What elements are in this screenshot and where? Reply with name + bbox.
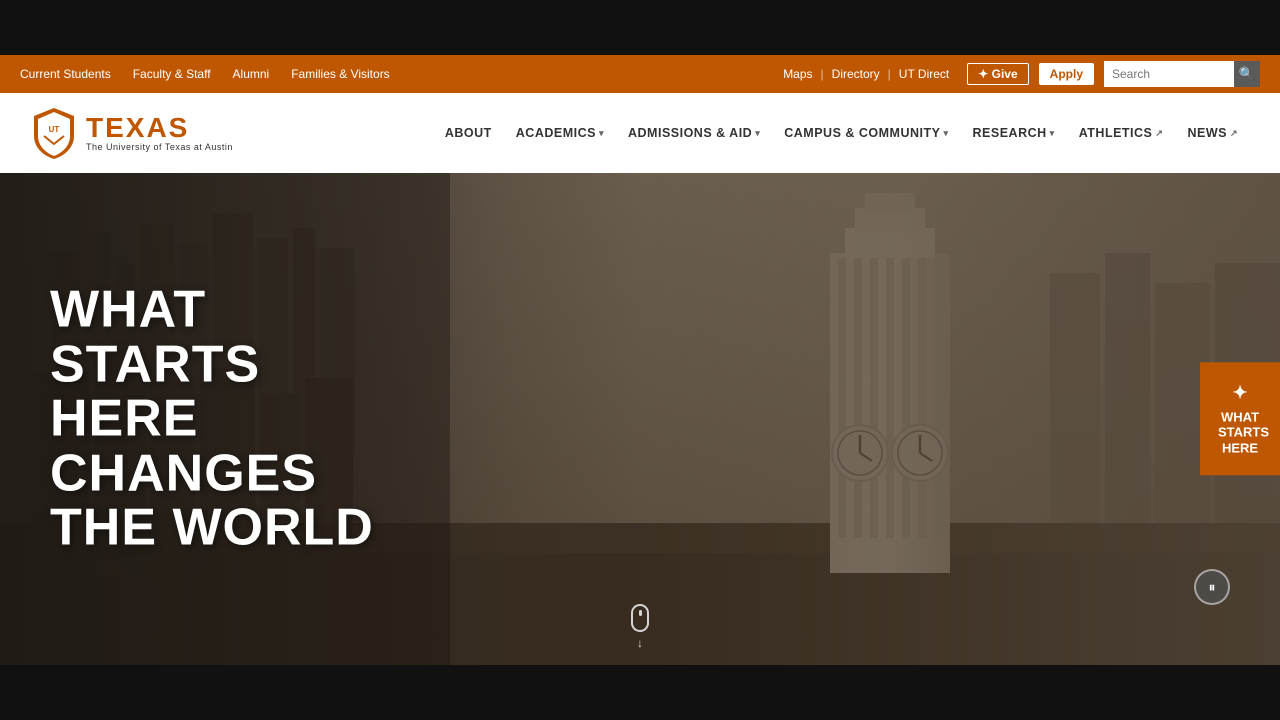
campus-caret: ▾ (943, 128, 948, 139)
nav-faculty-staff[interactable]: Faculty & Staff (133, 67, 211, 81)
ut-direct-link[interactable]: UT Direct (891, 67, 957, 81)
hero-section: WHAT STARTS HERE CHANGES THE WORLD ✦ WHA… (0, 173, 1280, 665)
widget-line2: STARTS (1218, 425, 1269, 440)
utility-links: Maps | Directory | UT Direct (775, 67, 957, 81)
research-caret: ▾ (1050, 128, 1055, 139)
give-button[interactable]: ✦ Give (967, 63, 1028, 85)
academics-caret: ▾ (599, 128, 604, 139)
scroll-mouse-icon (631, 604, 649, 632)
scroll-arrow-icon: ↓ (637, 636, 643, 650)
headline-line1: WHAT (50, 283, 374, 338)
pause-button[interactable]: ⏸ (1194, 569, 1230, 605)
hero-headline: WHAT STARTS HERE CHANGES THE WORLD (50, 283, 374, 556)
logo-subtitle: The University of Texas at Austin (86, 142, 233, 152)
directory-link[interactable]: Directory (824, 67, 888, 81)
main-nav: UT TEXAS The University of Texas at Aust… (0, 93, 1280, 173)
star-icon: ✦ (1218, 382, 1262, 404)
logo-text: TEXAS The University of Texas at Austin (86, 114, 233, 152)
headline-line2: STARTS (50, 337, 374, 392)
main-nav-links: ABOUT ACADEMICS ▾ ADMISSIONS & AID ▾ CAM… (263, 118, 1250, 148)
admissions-caret: ▾ (755, 128, 760, 139)
pause-icon: ⏸ (1209, 579, 1216, 596)
utility-bar: Current Students Faculty & Staff Alumni … (0, 55, 1280, 93)
black-bar-top (0, 0, 1280, 55)
nav-admissions[interactable]: ADMISSIONS & AID ▾ (616, 118, 772, 148)
utility-bar-left: Current Students Faculty & Staff Alumni … (20, 67, 390, 81)
maps-link[interactable]: Maps (775, 67, 820, 81)
nav-alumni[interactable]: Alumni (233, 67, 270, 81)
widget-line1: WHAT (1221, 409, 1259, 424)
nav-families-visitors[interactable]: Families & Visitors (291, 67, 389, 81)
apply-button[interactable]: Apply (1039, 63, 1094, 85)
headline-line4: CHANGES (50, 446, 374, 501)
what-starts-here-widget[interactable]: ✦ WHAT STARTS HERE (1200, 362, 1280, 475)
nav-academics[interactable]: ACADEMICS ▾ (504, 118, 616, 148)
athletics-external-icon: ↗ (1155, 128, 1163, 139)
logo-link[interactable]: UT TEXAS The University of Texas at Aust… (30, 106, 233, 161)
search-input[interactable] (1104, 61, 1234, 87)
scroll-dot (639, 610, 642, 616)
main-wrapper: Current Students Faculty & Staff Alumni … (0, 55, 1280, 665)
headline-line3: HERE (50, 392, 374, 447)
nav-campus[interactable]: CAMPUS & COMMUNITY ▾ (772, 118, 960, 148)
svg-text:UT: UT (49, 125, 60, 134)
nav-current-students[interactable]: Current Students (20, 67, 111, 81)
logo-texas: TEXAS (86, 114, 233, 142)
search-button[interactable]: 🔍 (1234, 61, 1260, 87)
nav-news[interactable]: NEWS ↗ (1175, 118, 1250, 148)
nav-about[interactable]: ABOUT (433, 118, 504, 148)
black-bar-bottom (0, 665, 1280, 720)
ut-shield-icon: UT (30, 106, 78, 161)
widget-line3: HERE (1222, 440, 1258, 455)
search-bar: 🔍 (1104, 61, 1260, 87)
scroll-indicator: ↓ (631, 604, 649, 650)
headline-line5: THE WORLD (50, 501, 374, 556)
news-external-icon: ↗ (1230, 128, 1238, 139)
nav-research[interactable]: RESEARCH ▾ (961, 118, 1067, 148)
nav-athletics[interactable]: ATHLETICS ↗ (1067, 118, 1176, 148)
utility-bar-right: Maps | Directory | UT Direct ✦ Give Appl… (775, 61, 1260, 87)
